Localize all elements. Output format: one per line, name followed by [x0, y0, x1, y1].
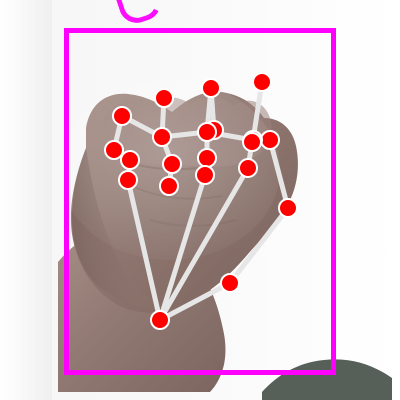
hand-landmark-overlay	[104, 72, 298, 330]
landmark-point	[112, 106, 132, 126]
landmark-point	[162, 154, 182, 174]
landmark-point	[150, 310, 170, 330]
image-viewport	[0, 0, 400, 400]
landmark-point	[195, 165, 215, 185]
landmark-point	[197, 148, 217, 168]
landmark-point	[154, 88, 174, 108]
landmark-point	[104, 140, 124, 160]
landmark-point	[242, 132, 262, 152]
landmark-point	[197, 122, 217, 142]
landmark-point	[152, 127, 172, 147]
landmark-point	[159, 176, 179, 196]
landmark-point	[278, 198, 298, 218]
landmark-point	[238, 158, 258, 178]
landmark-point	[260, 130, 280, 150]
landmark-point	[201, 78, 221, 98]
landmark-point	[220, 273, 240, 293]
landmark-point	[120, 150, 140, 170]
landmark-point	[118, 170, 138, 190]
landmark-point	[252, 72, 272, 92]
landmark-connections	[111, 79, 291, 323]
